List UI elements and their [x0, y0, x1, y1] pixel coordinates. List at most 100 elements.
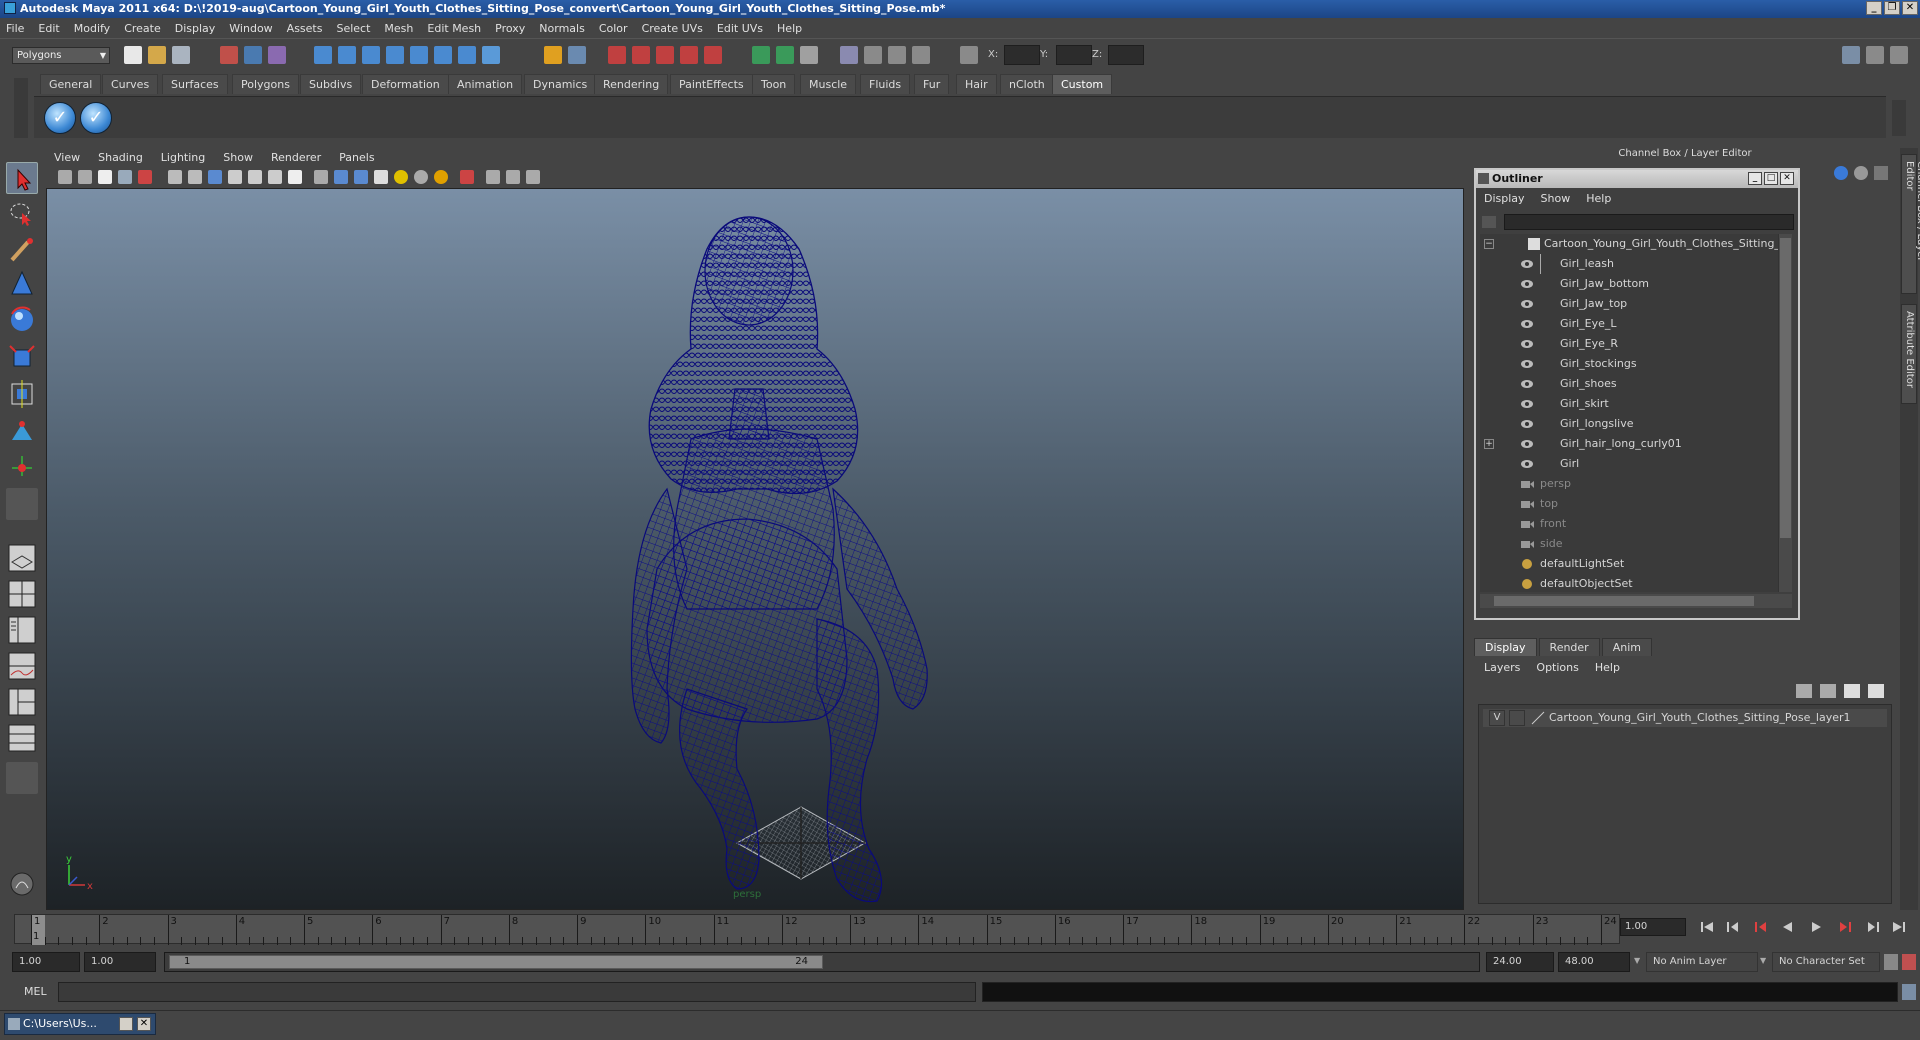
step-forward-key-icon[interactable]	[1836, 918, 1854, 936]
field-chart-icon[interactable]	[248, 170, 262, 184]
xray-icon[interactable]	[486, 170, 500, 184]
snap-view-plane-icon[interactable]	[680, 46, 698, 64]
shelf-tab-ncloth[interactable]: nCloth	[1000, 74, 1054, 94]
shelf-tab-fluids[interactable]: Fluids	[860, 74, 911, 94]
new-layer-icon[interactable]	[1844, 684, 1860, 698]
outliner-close-button[interactable]: ✕	[1780, 172, 1794, 185]
select-dynamic-icon[interactable]	[434, 46, 452, 64]
outliner-title-bar[interactable]: Outliner _ □ ✕	[1476, 170, 1798, 188]
menu-create-uvs[interactable]: Create UVs	[642, 22, 703, 35]
tree-node-set[interactable]: defaultLightSet	[1480, 554, 1778, 574]
select-component-icon[interactable]	[268, 46, 286, 64]
make-live-icon[interactable]	[704, 46, 722, 64]
checkmark-icon[interactable]: ✓	[44, 102, 76, 134]
perspective-viewport[interactable]: y x persp	[46, 188, 1464, 910]
grid-icon[interactable]	[168, 170, 182, 184]
collapse-icon[interactable]: −	[1484, 239, 1494, 249]
tree-node-camera[interactable]: front	[1480, 514, 1778, 534]
outliner-filter-field[interactable]	[1504, 214, 1794, 230]
tree-node-child[interactable]: Girl_Jaw_bottom	[1480, 274, 1778, 294]
tree-node-camera[interactable]: side	[1480, 534, 1778, 554]
restore-button[interactable]	[119, 1017, 133, 1031]
anim-layer-dropdown[interactable]: No Anim Layer	[1646, 952, 1758, 972]
select-surface-icon[interactable]	[386, 46, 404, 64]
wireframe-on-shaded-icon[interactable]	[354, 170, 368, 184]
outliner-maximize-button[interactable]: □	[1764, 172, 1778, 185]
outliner-menu-help[interactable]: Help	[1586, 192, 1611, 205]
resolution-gate-icon[interactable]	[208, 170, 222, 184]
persp-outliner-layout-icon[interactable]	[6, 614, 38, 646]
shelf-tab-rendering[interactable]: Rendering	[594, 74, 669, 94]
menu-display[interactable]: Display	[175, 22, 216, 35]
tree-node-camera[interactable]: top	[1480, 494, 1778, 514]
filter-icon[interactable]	[1482, 216, 1496, 228]
layer-row[interactable]: V Cartoon_Young_Girl_Youth_Clothes_Sitti…	[1483, 709, 1887, 727]
image-plane-icon[interactable]	[118, 170, 132, 184]
show-manipulator-icon[interactable]	[6, 450, 38, 482]
default-light-icon[interactable]	[394, 170, 408, 184]
layer-menu-layers[interactable]: Layers	[1484, 661, 1520, 674]
channel-object-icon[interactable]	[1834, 166, 1848, 180]
absolute-transform-icon[interactable]	[960, 46, 978, 64]
expand-icon[interactable]: +	[1484, 439, 1494, 449]
vp-menu-lighting[interactable]: Lighting	[161, 151, 205, 164]
menu-edit[interactable]: Edit	[38, 22, 59, 35]
shelf-tab-toon[interactable]: Toon	[752, 74, 796, 94]
shelf-tab-muscle[interactable]: Muscle	[800, 74, 857, 94]
play-forward-icon[interactable]	[1808, 918, 1826, 936]
select-rendering-icon[interactable]	[458, 46, 476, 64]
layout-options-icon[interactable]	[6, 762, 38, 794]
open-scene-icon[interactable]	[148, 46, 166, 64]
channel-pin-icon[interactable]	[1874, 166, 1888, 180]
layer-visibility-toggle[interactable]: V	[1489, 710, 1505, 726]
scroll-thumb[interactable]	[1780, 238, 1791, 538]
time-slider[interactable]: 1 1 2 3 4 5 6 7 8 9 10 11 12 13 14 15 16 17 18 19 20 21 22 23 2…	[14, 914, 1620, 945]
x-field[interactable]	[1004, 45, 1040, 65]
menu-file[interactable]: File	[6, 22, 24, 35]
animation-preferences-icon[interactable]	[1902, 954, 1916, 970]
camera-attributes-icon[interactable]	[78, 170, 92, 184]
shelf-tab-curves[interactable]: Curves	[102, 74, 159, 94]
menu-window[interactable]: Window	[229, 22, 272, 35]
new-layer-from-selected-icon[interactable]	[1868, 684, 1884, 698]
safe-action-icon[interactable]	[268, 170, 282, 184]
xray-joints-icon[interactable]	[506, 170, 520, 184]
attribute-editor-side-tab[interactable]: Attribute Editor	[1901, 304, 1917, 404]
select-object-icon[interactable]	[244, 46, 262, 64]
hypershade-layout-icon[interactable]	[6, 686, 38, 718]
plugin-icon[interactable]	[6, 868, 38, 900]
range-slider[interactable]: 1 24	[164, 952, 1480, 972]
render-frame-icon[interactable]	[864, 46, 882, 64]
layer-tab-anim[interactable]: Anim	[1601, 638, 1652, 656]
current-frame-field[interactable]: 1.00	[1620, 918, 1686, 936]
step-forward-icon[interactable]	[1864, 918, 1882, 936]
menu-edit-mesh[interactable]: Edit Mesh	[427, 22, 481, 35]
menu-modify[interactable]: Modify	[74, 22, 110, 35]
go-to-start-icon[interactable]	[1698, 918, 1716, 936]
smooth-shade-icon[interactable]	[334, 170, 348, 184]
soft-mod-tool-icon[interactable]	[6, 414, 38, 446]
mel-label[interactable]: MEL	[24, 985, 47, 998]
maximize-button[interactable]: ❐	[1884, 1, 1900, 15]
vp-menu-show[interactable]: Show	[223, 151, 253, 164]
outliner-minimize-button[interactable]: _	[1748, 172, 1762, 185]
select-misc-icon[interactable]	[482, 46, 500, 64]
command-input[interactable]	[58, 982, 976, 1002]
menu-help[interactable]: Help	[777, 22, 802, 35]
shelf-tab-dynamics[interactable]: Dynamics	[524, 74, 597, 94]
shelf-tab-polygons[interactable]: Polygons	[232, 74, 299, 94]
snap-point-icon[interactable]	[656, 46, 674, 64]
universal-manipulator-icon[interactable]	[6, 378, 38, 410]
shadows-icon[interactable]	[434, 170, 448, 184]
move-layer-up-icon[interactable]	[1796, 684, 1812, 698]
outliner-menu-display[interactable]: Display	[1484, 192, 1525, 205]
shelf-tab-fur[interactable]: Fur	[914, 74, 950, 94]
output-ops-icon[interactable]	[776, 46, 794, 64]
menu-set-dropdown[interactable]: Polygons ▼	[12, 47, 110, 64]
tree-node-child[interactable]: Girl_shoes	[1480, 374, 1778, 394]
menu-mesh[interactable]: Mesh	[384, 22, 413, 35]
select-hierarchy-icon[interactable]	[220, 46, 238, 64]
tree-node-child[interactable]: Girl	[1480, 454, 1778, 474]
menu-normals[interactable]: Normals	[539, 22, 585, 35]
range-slider-thumb[interactable]: 1 24	[169, 955, 823, 969]
